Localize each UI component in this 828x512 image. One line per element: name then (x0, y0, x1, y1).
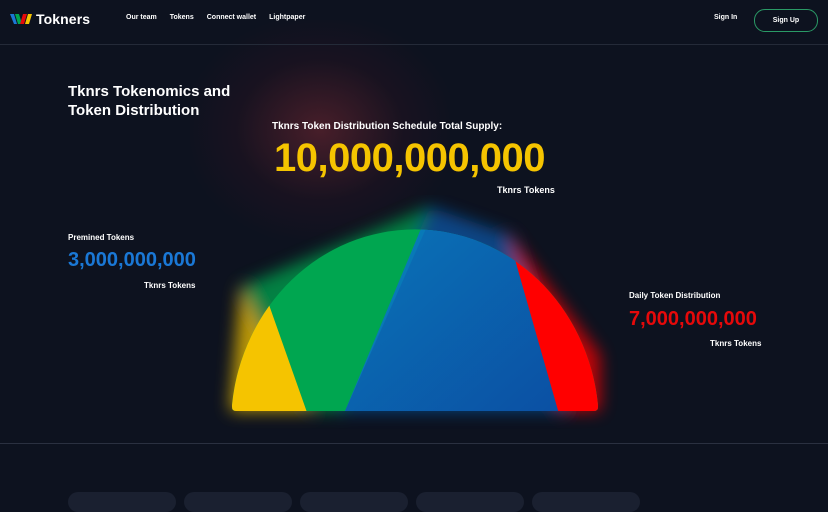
nav-our-team[interactable]: Our team (126, 14, 157, 21)
main-nav: Our team Tokens Connect wallet Lightpape… (126, 14, 305, 21)
total-supply-unit: Tknrs Tokens (497, 185, 555, 195)
sign-up-button[interactable]: Sign Up (754, 9, 818, 32)
nav-lightpaper[interactable]: Lightpaper (269, 14, 305, 21)
daily-distribution-label: Daily Token Distribution (629, 291, 721, 300)
card-tab[interactable] (184, 492, 292, 512)
card-tab[interactable] (532, 492, 640, 512)
card-tab[interactable] (68, 492, 176, 512)
total-supply-value: 10,000,000,000 (274, 136, 546, 180)
page-title: Tknrs Tokenomics and Token Distribution (68, 83, 231, 119)
token-distribution-half-donut (230, 207, 600, 411)
brand-logo[interactable]: Tokners (10, 11, 90, 27)
bottom-card-row (68, 492, 640, 512)
daily-distribution-value: 7,000,000,000 (629, 308, 757, 330)
premined-tokens-label: Premined Tokens (68, 233, 135, 242)
nav-connect-wallet[interactable]: Connect wallet (207, 14, 256, 21)
top-navigation-bar: Tokners Our team Tokens Connect wallet L… (0, 0, 828, 45)
section-divider (0, 443, 828, 444)
tokners-w-logo-icon (10, 14, 32, 24)
brand-name: Tokners (36, 11, 91, 27)
nav-tokens[interactable]: Tokens (170, 14, 194, 21)
premined-tokens-value: 3,000,000,000 (68, 249, 196, 271)
card-tab[interactable] (300, 492, 408, 512)
daily-distribution-unit: Tknrs Tokens (710, 339, 762, 348)
total-supply-label: Tknrs Token Distribution Schedule Total … (272, 121, 503, 132)
card-tab[interactable] (416, 492, 524, 512)
premined-tokens-unit: Tknrs Tokens (144, 281, 196, 290)
sign-in-link[interactable]: Sign In (714, 14, 737, 21)
